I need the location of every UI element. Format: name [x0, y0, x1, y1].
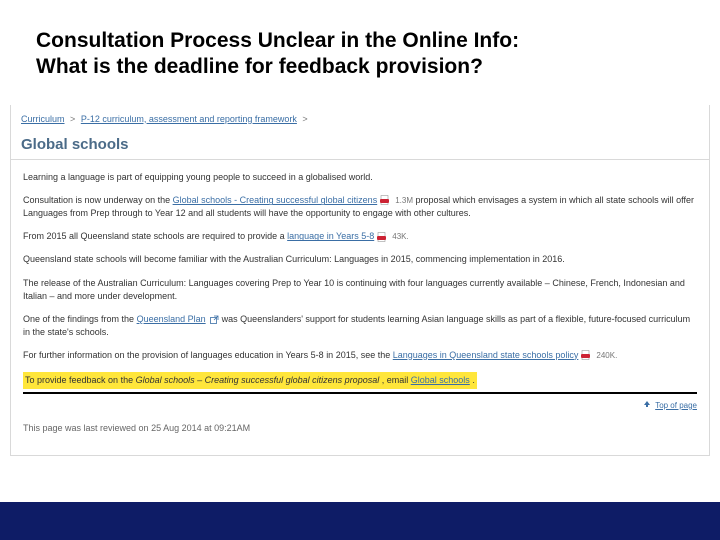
link-email-global-schools[interactable]: Global schools [411, 375, 470, 385]
breadcrumb-item-framework[interactable]: P-12 curriculum, assessment and reportin… [81, 114, 297, 124]
text-fragment: To provide feedback on the [25, 375, 136, 385]
link-language-years-5-8[interactable]: language in Years 5-8 [287, 231, 374, 241]
breadcrumb-separator: > [70, 114, 75, 124]
slide-title-line1: Consultation Process Unclear in the Onli… [36, 28, 684, 54]
slide-title-line2: What is the deadline for feedback provis… [36, 54, 684, 80]
filesize: 240K. [596, 351, 617, 360]
text-fragment: From 2015 all Queensland state schools a… [23, 231, 287, 241]
text-fragment: For further information on the provision… [23, 350, 393, 360]
top-of-page: Top of page [11, 394, 709, 414]
last-reviewed: This page was last reviewed on 25 Aug 20… [11, 414, 709, 455]
para-consultation: Consultation is now underway on the Glob… [11, 189, 709, 225]
page-heading: Global schools [11, 128, 709, 161]
link-global-schools-proposal[interactable]: Global schools - Creating successful glo… [173, 195, 378, 205]
highlighted-line: To provide feedback on the Global school… [23, 367, 697, 394]
filesize: 43K. [392, 232, 408, 241]
link-languages-policy[interactable]: Languages in Queensland state schools po… [393, 350, 579, 360]
pdf-icon [377, 232, 388, 243]
link-top-of-page[interactable]: Top of page [655, 401, 697, 410]
highlight-span: To provide feedback on the Global school… [23, 372, 477, 389]
para-australian-curriculum: Queensland state schools will become fam… [11, 248, 709, 271]
breadcrumb-separator: > [302, 114, 307, 124]
breadcrumb: Curriculum > P-12 curriculum, assessment… [11, 105, 709, 128]
highlight-em: Global schools – Creating successful glo… [136, 375, 380, 385]
para-queensland-plan: One of the findings from the Queensland … [11, 308, 709, 344]
text-fragment: One of the findings from the [23, 314, 137, 324]
breadcrumb-item-curriculum[interactable]: Curriculum [21, 114, 65, 124]
arrow-up-icon [643, 400, 651, 412]
filesize: 1.3M [395, 196, 413, 205]
text-fragment: , email [382, 375, 411, 385]
text-fragment: . [472, 375, 475, 385]
link-queensland-plan[interactable]: Queensland Plan [137, 314, 206, 324]
para-release: The release of the Australian Curriculum… [11, 272, 709, 308]
webpage-clip: Curriculum > P-12 curriculum, assessment… [10, 105, 710, 456]
text-fragment: Consultation is now underway on the [23, 195, 173, 205]
para-2015-requirement: From 2015 all Queensland state schools a… [11, 225, 709, 248]
para-further-info: For further information on the provision… [11, 344, 709, 367]
pdf-icon [380, 195, 391, 206]
pdf-icon [581, 350, 592, 361]
footer-bar [0, 502, 720, 540]
para-intro: Learning a language is part of equipping… [11, 166, 709, 189]
slide-title: Consultation Process Unclear in the Onli… [0, 0, 720, 95]
external-link-icon [210, 315, 219, 324]
